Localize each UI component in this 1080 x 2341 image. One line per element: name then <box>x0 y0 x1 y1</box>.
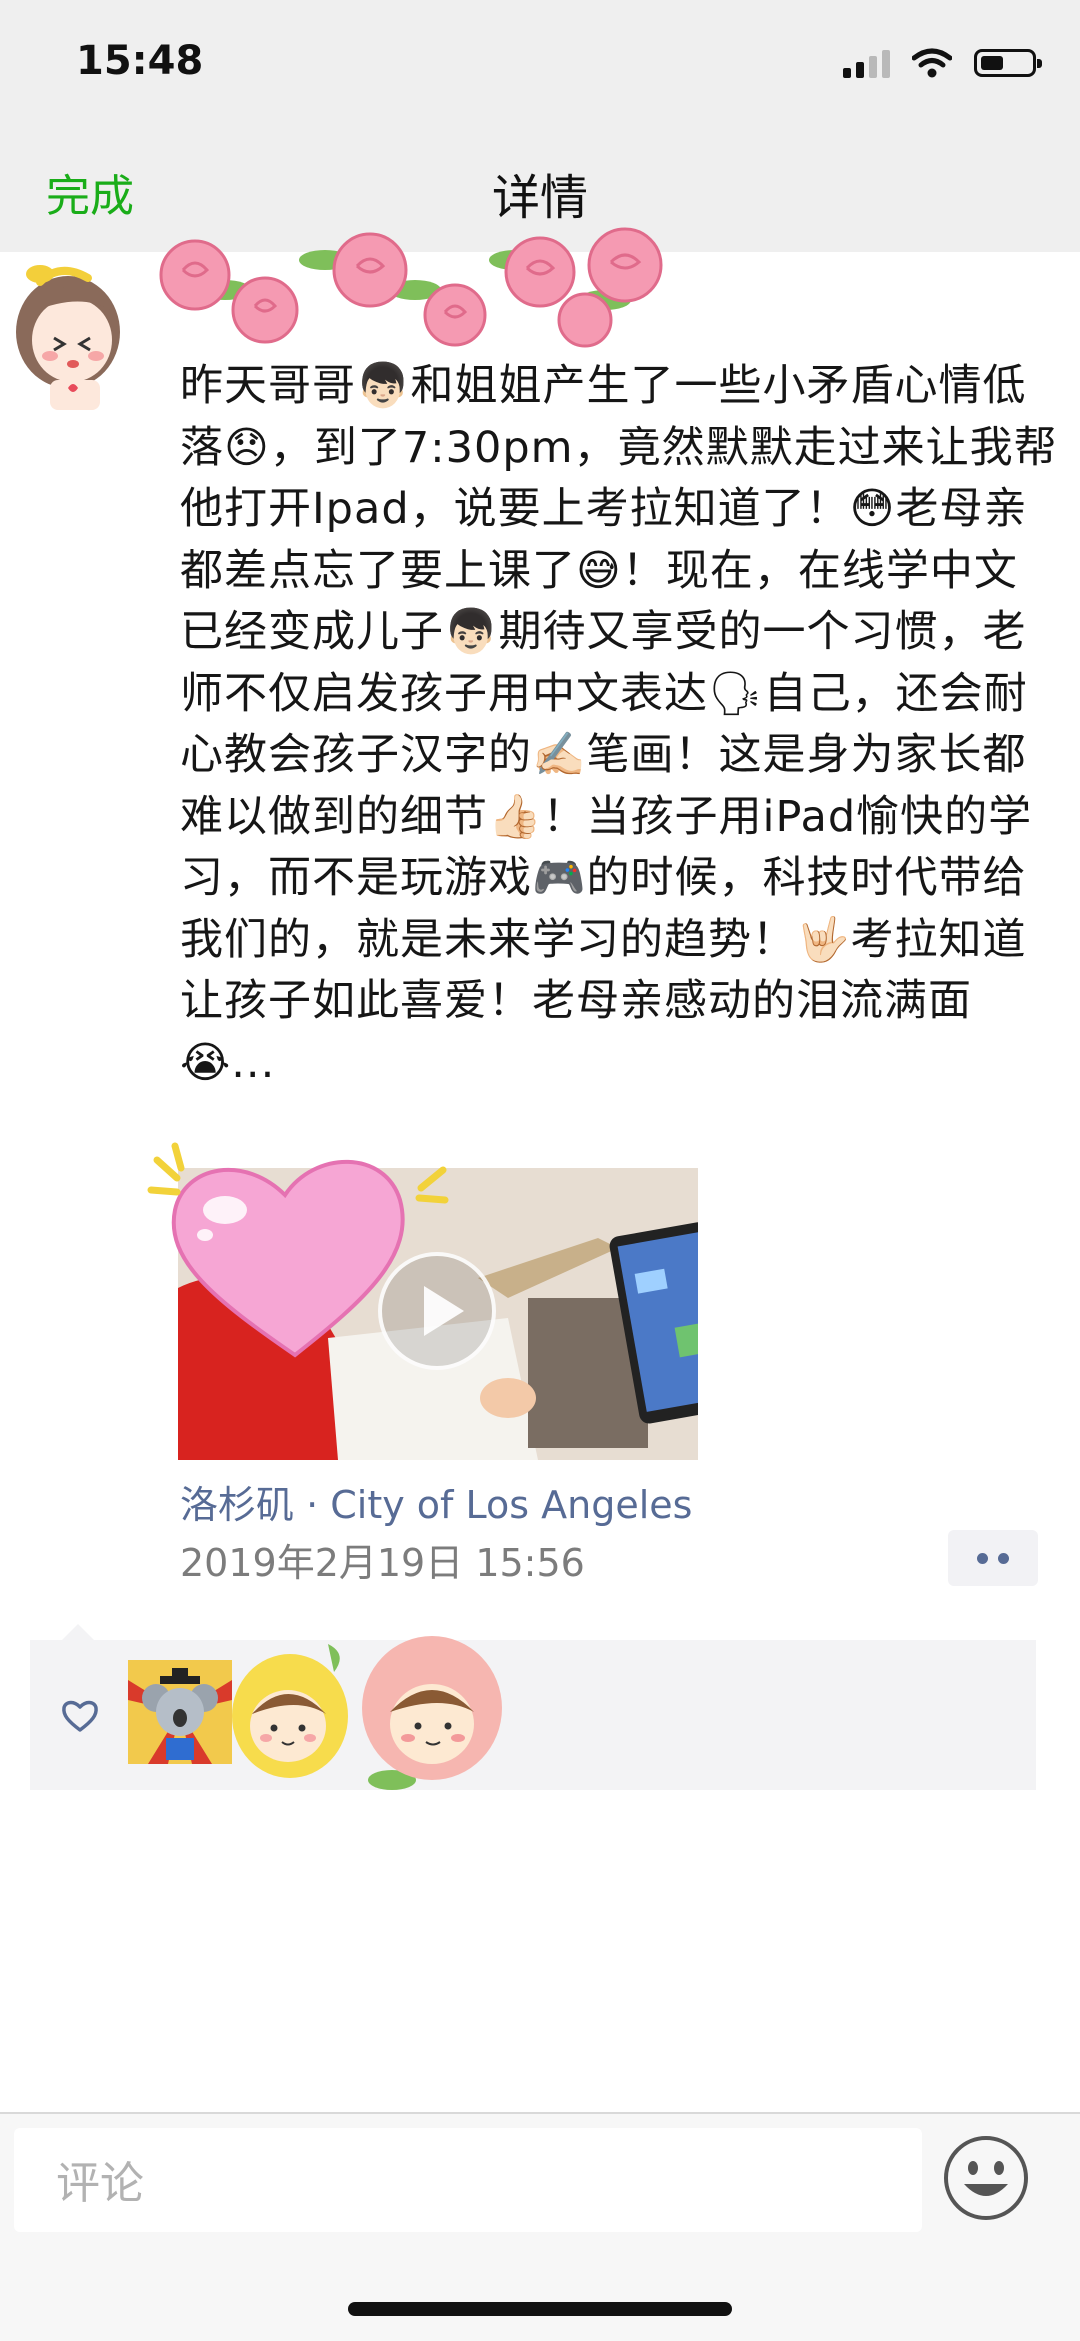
play-icon[interactable] <box>378 1252 496 1370</box>
peach-girl-avatar[interactable] <box>352 1630 502 1790</box>
user-avatar[interactable] <box>10 252 160 412</box>
dot-icon <box>977 1552 988 1564</box>
koala-avatar[interactable] <box>128 1660 232 1764</box>
status-icons <box>843 48 1042 78</box>
home-indicator <box>348 2302 732 2316</box>
comment-input[interactable] <box>14 2128 922 2232</box>
status-time: 15:48 <box>76 38 204 84</box>
comment-placeholder: 评论 <box>56 2158 144 2209</box>
battery-icon <box>974 49 1042 77</box>
location-link[interactable]: 洛杉矶 · City of Los Angeles <box>180 1474 692 1529</box>
wifi-icon <box>912 48 952 78</box>
likes-caret <box>62 1624 94 1640</box>
heart-outline-icon <box>62 1700 98 1732</box>
smiley-icon[interactable] <box>942 2134 1030 2222</box>
signal-icon <box>843 48 890 78</box>
dot-icon <box>998 1552 1009 1564</box>
rose-sticker <box>159 227 663 348</box>
post-timestamp: 2019年2月19日 15:56 <box>180 1541 585 1585</box>
more-actions-button[interactable] <box>948 1530 1038 1586</box>
lemon-girl-avatar[interactable] <box>228 1634 358 1784</box>
page-title: 详情 <box>491 170 588 226</box>
status-bar: 15:48 <box>0 0 1080 130</box>
post-text: 昨天哥哥👦🏻和姐姐产生了一些小矛盾心情低落😞，到了7:30pm，竟然默默走过来让… <box>180 361 1058 1088</box>
